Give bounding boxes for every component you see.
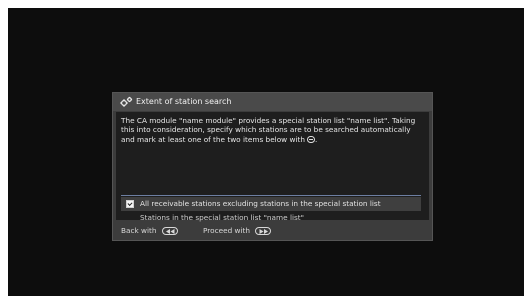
back-hint[interactable]: Back with: [121, 221, 178, 241]
option-all-receivable-stations[interactable]: All receivable stations excluding statio…: [121, 197, 421, 211]
proceed-hint[interactable]: Proceed with: [203, 221, 272, 241]
option-label: All receivable stations excluding statio…: [140, 199, 381, 208]
dialog-title: Extent of station search: [136, 97, 232, 106]
dialog-body: The CA module "name module" provides a s…: [116, 112, 429, 222]
description-end: .: [314, 134, 318, 144]
selection-separator: [121, 195, 421, 196]
dialog-footer: Back with Proceed with: [113, 221, 432, 241]
back-label: Back with: [121, 226, 157, 235]
checkbox-checked-icon[interactable]: [126, 200, 134, 208]
station-search-dialog: Extent of station search The CA module "…: [112, 92, 433, 241]
proceed-label: Proceed with: [203, 226, 250, 235]
dialog-description: The CA module "name module" provides a s…: [121, 116, 421, 144]
rewind-key-icon: [161, 227, 178, 235]
dialog-title-bar: Extent of station search: [113, 93, 432, 111]
description-text: The CA module "name module" provides a s…: [121, 116, 416, 144]
ok-button-icon: [306, 135, 315, 143]
gears-icon: [119, 96, 133, 108]
fast-forward-key-icon: [255, 227, 272, 235]
tv-screen: Extent of station search The CA module "…: [8, 8, 524, 296]
